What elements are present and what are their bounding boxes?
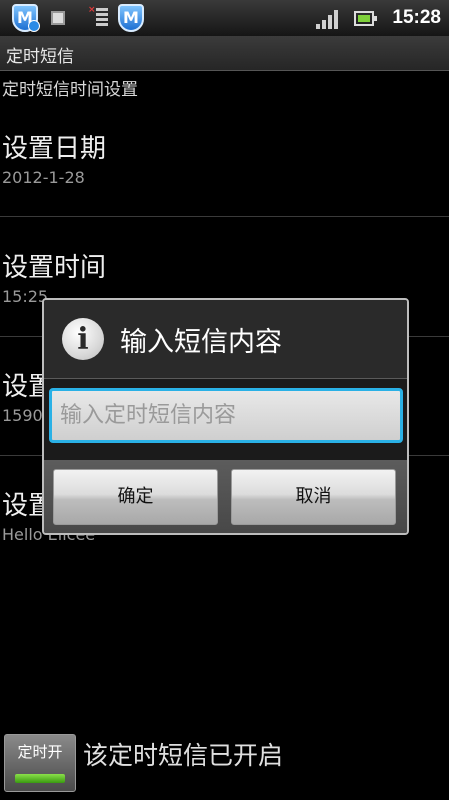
dialog-buttons: 确定 取消 xyxy=(44,460,407,533)
info-icon: i xyxy=(62,318,104,360)
ok-button[interactable]: 确定 xyxy=(53,469,218,525)
cancel-button[interactable]: 取消 xyxy=(231,469,396,525)
divider xyxy=(0,216,449,217)
dialog-header: i 输入短信内容 xyxy=(44,300,407,379)
section-header: 定时短信时间设置 xyxy=(2,80,138,100)
battery-icon xyxy=(354,11,377,26)
dialog-title: 输入短信内容 xyxy=(120,327,282,358)
dialog-body xyxy=(44,379,407,465)
mcafee-m-icon: M xyxy=(12,4,40,32)
mcafee-m-icon: M xyxy=(118,4,144,32)
sms-content-dialog: i 输入短信内容 确定 取消 xyxy=(42,298,409,535)
toggle-label: 定时开 xyxy=(17,743,63,761)
toggle-on-indicator xyxy=(15,774,65,783)
toggle-status-text: 该定时短信已开启 xyxy=(83,741,284,770)
status-bar: M × M 15:28 xyxy=(0,0,449,36)
pref-summary: 1590 xyxy=(2,406,43,425)
timer-toggle-button[interactable]: 定时开 xyxy=(4,734,76,792)
signal-icon xyxy=(316,9,340,29)
pref-title: 设置日期 xyxy=(2,134,107,164)
pref-set-date[interactable]: 设置日期 2012-1-28 xyxy=(0,128,449,216)
sms-content-input[interactable] xyxy=(49,388,403,443)
status-time: 15:28 xyxy=(392,7,441,28)
task-list-icon: × xyxy=(88,6,108,30)
chip-icon xyxy=(46,6,70,30)
app-title-bar: 定时短信 xyxy=(0,36,449,71)
pref-summary: 2012-1-28 xyxy=(2,168,85,187)
app-title: 定时短信 xyxy=(6,47,74,67)
pref-title: 设置时间 xyxy=(2,253,107,283)
